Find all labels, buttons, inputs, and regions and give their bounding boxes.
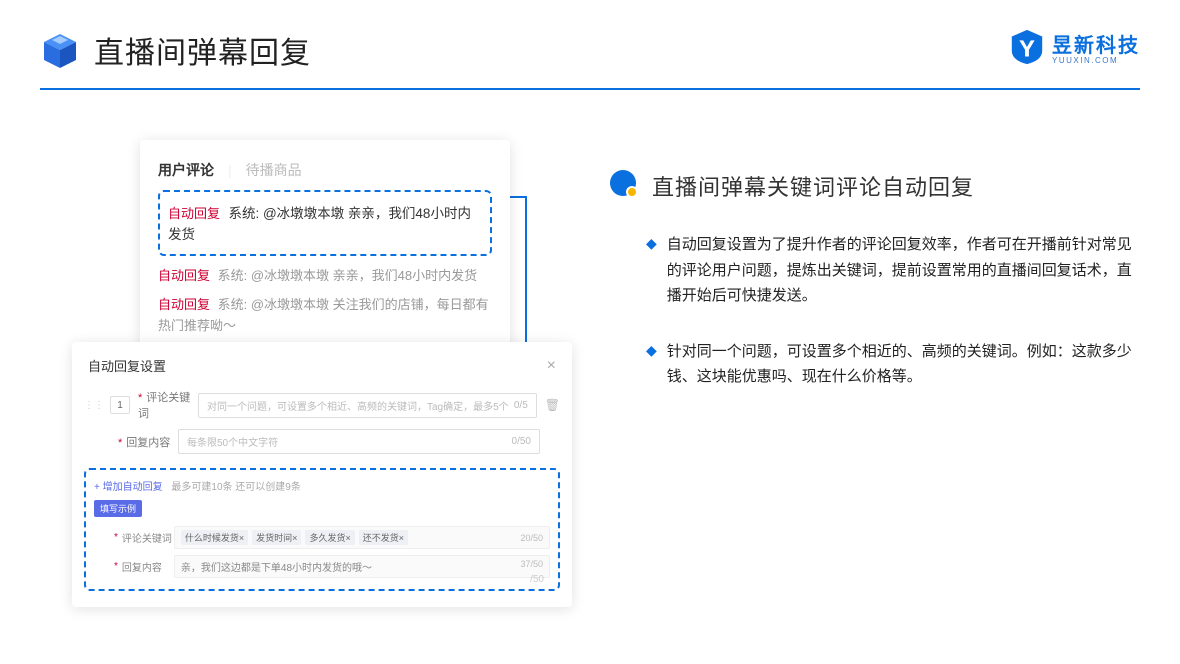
auto-reply-tag: 自动回复 (168, 206, 220, 221)
section-title: 直播间弹幕关键词评论自动回复 (610, 170, 1140, 202)
delete-icon[interactable]: 🗑 (545, 398, 560, 412)
auto-reply-tag: 自动回复 (158, 268, 210, 283)
left-illustration: 用户评论 | 待播商品 自动回复 系统: @冰墩墩本墩 亲亲，我们48小时内发货… (0, 110, 580, 664)
bullet-point: ◆ 自动回复设置为了提升作者的评论回复效率，作者可在开播前针对常见的评论用户问题… (610, 232, 1140, 309)
comment-item: 自动回复 系统: @冰墩墩本墩 关注我们的店铺，每日都有热门推荐呦～ (158, 295, 492, 337)
brand-logo-area: 昱新科技 YUUXIN.COM (1008, 28, 1140, 66)
settings-modal: 自动回复设置 × ⋮⋮ 1 *评论关键词 对同一个问题，可设置多个相近、高频的关… (72, 342, 572, 607)
add-hint: + 增加自动回复 最多可建10条 还可以创建9条 (94, 478, 550, 493)
content-input[interactable]: 每条限50个中文字符 0/50 (178, 429, 540, 454)
cube-icon (40, 30, 80, 70)
example-section: + 增加自动回复 最多可建10条 还可以创建9条 填写示例 * 评论关键词 什么… (84, 468, 560, 591)
extra-counter: /50 (530, 574, 544, 585)
right-content: 直播间弹幕关键词评论自动回复 ◆ 自动回复设置为了提升作者的评论回复效率，作者可… (580, 110, 1180, 664)
header-divider (40, 88, 1140, 90)
page-title: 直播间弹幕回复 (94, 28, 311, 72)
tag-chip[interactable]: 什么时候发货× (181, 530, 248, 545)
content-label: *回复内容 (118, 434, 178, 450)
brand-logo-icon (1008, 28, 1046, 66)
keyword-label: *评论关键词 (138, 389, 198, 421)
diamond-icon: ◆ (646, 339, 657, 363)
brand-name: 昱新科技 (1052, 35, 1140, 57)
add-auto-reply-link[interactable]: + 增加自动回复 (94, 482, 163, 493)
tab-separator: | (228, 162, 232, 178)
auto-reply-tag: 自动回复 (158, 297, 210, 312)
tab-pending-goods[interactable]: 待播商品 (246, 160, 302, 180)
modal-title: 自动回复设置 (88, 356, 166, 375)
card-tabs: 用户评论 | 待播商品 (158, 160, 492, 180)
example-content-label: 回复内容 (122, 559, 174, 574)
tab-user-comments[interactable]: 用户评论 (158, 160, 214, 180)
diamond-icon: ◆ (646, 232, 657, 256)
keyword-input[interactable]: 对同一个问题，可设置多个相近、高频的关键词，Tag确定，最多5个 0/5 (198, 393, 537, 418)
highlighted-comment: 自动回复 系统: @冰墩墩本墩 亲亲，我们48小时内发货 (158, 190, 492, 256)
tag-chip[interactable]: 发货时间× (252, 530, 301, 545)
example-badge: 填写示例 (94, 500, 142, 517)
page-header: 直播间弹幕回复 (0, 0, 1180, 72)
row-number: 1 (110, 396, 130, 414)
close-icon[interactable]: × (547, 357, 556, 375)
tag-chip[interactable]: 还不发货× (359, 530, 408, 545)
example-keyword-tags[interactable]: 什么时候发货× 发货时间× 多久发货× 还不发货× 20/50 (174, 526, 550, 549)
brand-subtitle: YUUXIN.COM (1052, 56, 1140, 65)
tag-chip[interactable]: 多久发货× (305, 530, 354, 545)
bullet-point: ◆ 针对同一个问题，可设置多个相近的、高频的关键词。例如：这款多少钱、这块能优惠… (610, 339, 1140, 390)
drag-handle-icon[interactable]: ⋮⋮ (84, 400, 104, 411)
bubble-icon (610, 170, 642, 202)
example-content-text[interactable]: 亲，我们这边都是下单48小时内发货的哦～ 37/50 (174, 555, 550, 578)
comment-text: 系统: @冰墩墩本墩 亲亲，我们48小时内发货 (218, 268, 478, 283)
comment-item: 自动回复 系统: @冰墩墩本墩 亲亲，我们48小时内发货 (158, 266, 492, 287)
example-keyword-label: 评论关键词 (122, 530, 174, 545)
